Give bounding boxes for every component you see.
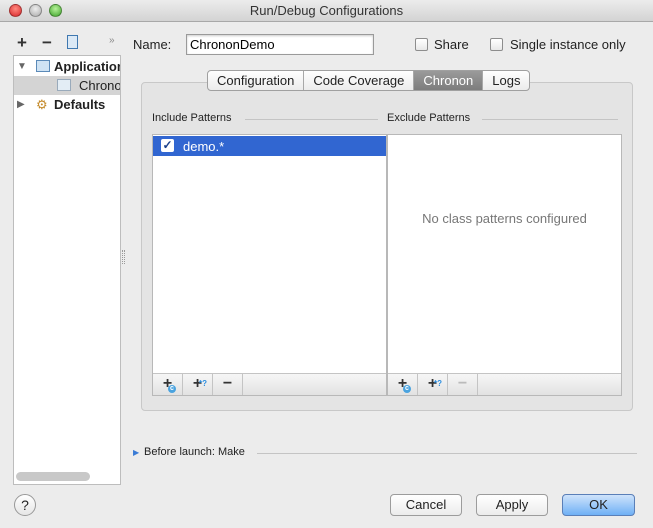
pattern-label: demo.* <box>183 139 225 154</box>
tab-bar: Configuration Code Coverage Chronon Logs <box>207 70 531 91</box>
pattern-icon: *? <box>199 379 207 388</box>
help-button[interactable]: ? <box>14 494 36 516</box>
expand-before-launch-icon[interactable]: ▶ <box>133 448 139 457</box>
tree-item-defaults[interactable]: ▶ ⚙ Defaults <box>14 95 120 114</box>
add-class-button[interactable]: + c <box>153 374 183 395</box>
close-button[interactable] <box>9 4 22 17</box>
title-bar: Run/Debug Configurations <box>0 0 653 22</box>
tab-logs[interactable]: Logs <box>483 71 529 90</box>
before-launch-label[interactable]: Before launch: Make <box>144 446 245 458</box>
add-pattern-button[interactable]: + *? <box>418 374 448 395</box>
splitter-handle[interactable] <box>122 250 125 264</box>
tab-code-coverage[interactable]: Code Coverage <box>304 71 415 90</box>
share-label: Share <box>434 37 469 52</box>
exclude-patterns-title: Exclude Patterns <box>387 112 471 124</box>
tree-item-label: ChrononDemo <box>79 78 121 93</box>
list-item[interactable]: ✓ demo.* <box>153 136 386 156</box>
tab-chronon[interactable]: Chronon <box>414 71 484 90</box>
config-tree[interactable]: ▼ Application ChrononDemo ▶ ⚙ Defaults <box>13 55 121 485</box>
add-pattern-button[interactable]: + *? <box>183 374 213 395</box>
zoom-button[interactable] <box>49 4 62 17</box>
config-icon <box>57 79 71 91</box>
include-toolbar: + c + *? − <box>153 373 386 395</box>
tree-item-application[interactable]: ▼ Application <box>14 57 120 76</box>
empty-message: No class patterns configured <box>422 211 587 226</box>
single-instance-label: Single instance only <box>510 37 626 52</box>
exclude-patterns-list[interactable]: No class patterns configured + c + *? − <box>387 134 622 396</box>
application-icon <box>36 60 50 72</box>
divider <box>245 119 378 120</box>
checkbox-checked-icon[interactable]: ✓ <box>161 139 174 152</box>
remove-button-disabled: − <box>448 374 478 395</box>
collapse-arrow-icon[interactable]: ▶ <box>17 95 25 114</box>
tree-item-chronondemo[interactable]: ChrononDemo <box>14 76 120 95</box>
window-title: Run/Debug Configurations <box>249 3 404 18</box>
expand-arrow-icon[interactable]: ▼ <box>17 57 27 76</box>
tab-configuration[interactable]: Configuration <box>208 71 305 90</box>
remove-button[interactable]: − <box>213 374 243 395</box>
divider <box>482 119 618 120</box>
name-input[interactable] <box>186 34 374 55</box>
horizontal-scrollbar[interactable] <box>16 472 90 481</box>
name-label: Name: <box>133 37 172 52</box>
exclude-toolbar: + c + *? − <box>388 373 621 395</box>
tree-item-label: Defaults <box>54 97 106 112</box>
include-patterns-title: Include Patterns <box>152 112 232 124</box>
wrench-icon: ⚙ <box>36 97 48 112</box>
include-patterns-list[interactable]: ✓ demo.* + c + *? − <box>152 134 387 396</box>
share-checkbox[interactable] <box>415 38 428 51</box>
minimize-button[interactable] <box>29 4 42 17</box>
remove-config-button[interactable]: − <box>42 33 52 53</box>
add-class-button[interactable]: + c <box>388 374 418 395</box>
cancel-button[interactable]: Cancel <box>390 494 462 516</box>
divider <box>257 453 637 454</box>
pattern-icon: *? <box>434 379 442 388</box>
class-icon: c <box>403 385 411 393</box>
tree-item-label: Application <box>54 59 121 74</box>
apply-button[interactable]: Apply <box>476 494 548 516</box>
add-config-button[interactable]: + <box>17 33 27 53</box>
copy-config-icon[interactable] <box>67 35 78 49</box>
class-icon: c <box>168 385 176 393</box>
more-icon[interactable]: » <box>109 35 115 46</box>
single-instance-checkbox[interactable] <box>490 38 503 51</box>
ok-button[interactable]: OK <box>562 494 635 516</box>
